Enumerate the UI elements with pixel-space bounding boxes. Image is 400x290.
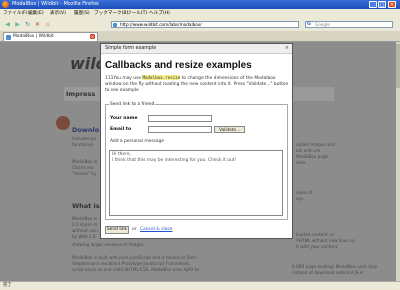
bg-text: ovies of <box>296 190 313 195</box>
menu-tools[interactable]: ツール(T) <box>127 10 147 17</box>
menu-view[interactable]: 表示(V) <box>50 10 66 17</box>
send-link-fieldset: Send link to a friend Your name Email to… <box>105 102 288 220</box>
email-label: Email to <box>110 127 132 132</box>
scrollbar-thumb[interactable] <box>396 44 400 88</box>
bg-text: by Web 2.0 <box>72 234 96 239</box>
navigation-toolbar: ◀ ▶ ↻ ✕ ⌂ http://www.wildbit.com/labs/mo… <box>0 18 400 32</box>
bg-text: ays. <box>296 196 305 201</box>
validate-button[interactable]: Validate... <box>214 126 245 133</box>
address-bar[interactable]: http://www.wildbit.com/labs/modalbox/ <box>111 21 299 28</box>
send-link-button[interactable]: Send link <box>105 226 129 234</box>
bg-text: Includes pa <box>72 136 96 141</box>
message-textarea[interactable]: Hi there, I think that this may be inter… <box>109 150 283 216</box>
bg-text: ModalBox is <box>72 216 98 221</box>
bg-text: functional <box>72 142 93 147</box>
reload-icon[interactable]: ↻ <box>24 21 31 28</box>
maximize-button[interactable]: □ <box>378 1 386 8</box>
menu-help[interactable]: ヘルプ(H) <box>149 10 170 17</box>
email-input[interactable] <box>148 126 212 133</box>
or-text: or <box>132 227 137 232</box>
modal-close-icon[interactable]: × <box>285 45 289 52</box>
stop-icon[interactable]: ✕ <box>34 21 41 28</box>
google-icon: G <box>307 22 311 27</box>
back-icon[interactable]: ◀ <box>4 21 11 28</box>
bg-text: ModalBox page <box>296 154 329 159</box>
window-title-bar: ModalBox | Wildbit - Mozilla Firefox _ □… <box>0 0 400 9</box>
tab-modalbox[interactable]: ModalBox | Wildbit × <box>3 32 98 41</box>
firefox-icon <box>2 1 9 8</box>
vertical-scrollbar[interactable] <box>396 42 400 281</box>
bg-text: XHTML without new lines so <box>296 238 355 243</box>
name-label: Your name <box>110 116 138 121</box>
desc-prefix: 111You may use <box>105 76 143 81</box>
bg-text: ain and use <box>296 148 321 153</box>
bg-text: Stephenson's excellent Prototype JavaScr… <box>72 261 191 266</box>
menu-edit[interactable]: 編集(E) <box>28 10 44 17</box>
bg-text: it with your content. <box>296 244 339 249</box>
bg-text: "thanks" by <box>72 171 97 176</box>
menu-file[interactable]: ファイル(F) <box>3 10 28 17</box>
modal-title: Callbacks and resize examples <box>105 60 252 71</box>
bg-text: 2.0 style) m <box>72 222 98 227</box>
bg-text: ModalBox is built with pure JavaScript a… <box>72 255 197 260</box>
close-window-button[interactable]: × <box>388 1 396 8</box>
status-text: 完了 <box>3 283 12 288</box>
menu-bookmarks[interactable]: ブックマーク(B) <box>94 10 128 17</box>
search-placeholder: Google <box>315 22 330 27</box>
tab-label: ModalBox | Wildbit <box>13 34 54 39</box>
name-input[interactable] <box>148 115 212 122</box>
bg-text: without usin <box>72 228 98 233</box>
window-title: ModalBox | Wildbit - Mozilla Firefox <box>12 1 99 7</box>
tab-favicon <box>6 35 11 40</box>
home-icon[interactable]: ⌂ <box>44 21 51 28</box>
search-input[interactable]: G Google <box>305 21 393 28</box>
tab-close-icon[interactable]: × <box>90 34 95 39</box>
url-text: http://www.wildbit.com/labs/modalbox/ <box>120 22 202 27</box>
tab-bar: ModalBox | Wildbit × <box>0 31 400 42</box>
download-heading: Downlo <box>72 126 100 134</box>
bg-text: script.aculo.us and valid XHTML/CSS. Mod… <box>72 267 199 272</box>
menu-history[interactable]: 履歴(S) <box>74 10 90 17</box>
site-favicon <box>113 23 117 27</box>
download-badge-icon <box>56 116 70 130</box>
modal-header-title: Simple form example <box>105 46 157 51</box>
message-line-2: I think that this may be interesting for… <box>112 157 237 163</box>
bg-text: lator. <box>296 160 307 165</box>
impress-heading: Impress <box>66 90 96 98</box>
bg-text: 6.6KB page loading: ModalBox uses Ajax <box>292 264 378 269</box>
whatis-heading: What is <box>72 202 100 210</box>
fieldset-legend: Send link to a friend <box>109 102 156 107</box>
bg-text: loaded content, or <box>296 232 335 237</box>
cancel-close-link[interactable]: Cancel & close <box>140 227 172 233</box>
bg-text: Closes mo <box>72 165 94 170</box>
bg-text: ModalBox is <box>72 159 98 164</box>
modal-description: 111You may use Modalbox.resize to change… <box>105 75 289 94</box>
bg-text: oaded images and <box>296 142 335 147</box>
forward-icon[interactable]: ▶ <box>14 21 21 28</box>
desc-code: Modalbox.resize <box>142 75 181 80</box>
bg-text: Instead of download external JS or <box>292 270 364 275</box>
modal-header: Simple form example × <box>101 44 292 54</box>
modalbox-dialog: Simple form example × Callbacks and resi… <box>100 43 293 239</box>
bg-text: showing larger versions of images. <box>72 242 146 247</box>
message-label: Add a personal message <box>110 139 165 144</box>
minimize-button[interactable]: _ <box>369 1 377 8</box>
